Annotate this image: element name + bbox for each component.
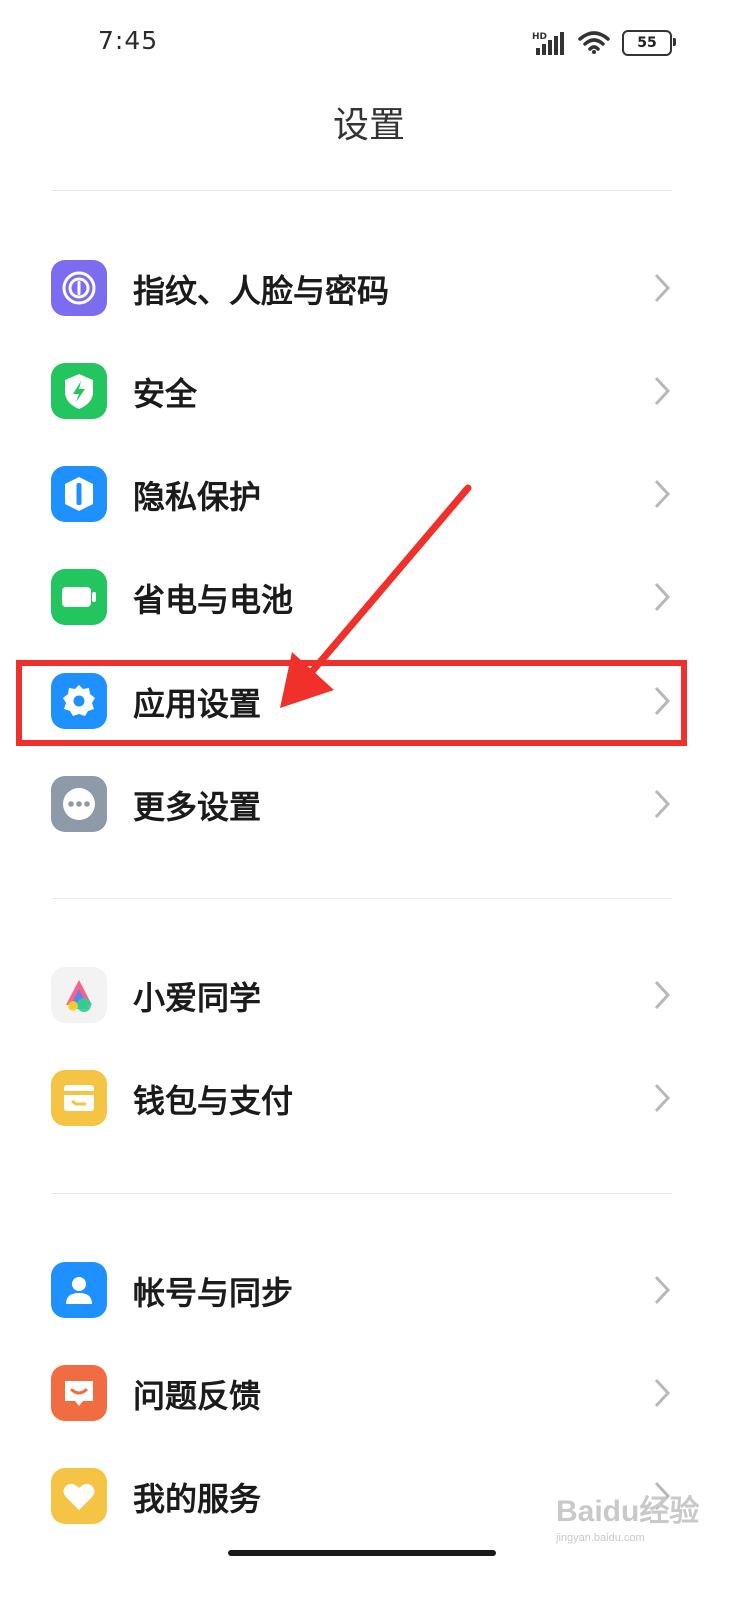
feedback-icon: [51, 1365, 107, 1421]
settings-item-privacy[interactable]: 隐私保护: [0, 444, 738, 544]
watermark: Baidu经验 jingyan.baidu.com: [556, 1486, 699, 1544]
settings-item-feedback[interactable]: 问题反馈: [0, 1343, 738, 1443]
settings-item-label: 钱包与支付: [133, 1082, 294, 1120]
divider: [52, 898, 672, 899]
settings-item-label: 问题反馈: [133, 1377, 262, 1415]
chevron-right-icon: [654, 1378, 671, 1408]
account-icon: [51, 1262, 107, 1318]
settings-item-label: 省电与电池: [133, 581, 294, 619]
home-indicator[interactable]: [228, 1550, 496, 1556]
shield-bolt-icon: [51, 363, 107, 419]
settings-item-label: 我的服务: [133, 1480, 262, 1518]
chevron-right-icon: [654, 789, 671, 819]
wallet-icon: [51, 1070, 107, 1126]
more-dots-icon: [51, 776, 107, 832]
settings-item-security[interactable]: 安全: [0, 341, 738, 441]
settings-item-wallet[interactable]: 钱包与支付: [0, 1048, 738, 1148]
divider: [52, 1193, 672, 1194]
xiaoai-icon: [51, 967, 107, 1023]
system-icons: HD 55: [532, 28, 676, 58]
chevron-right-icon: [654, 376, 671, 406]
network-type-label: HD: [532, 32, 547, 42]
settings-item-xiaoai[interactable]: 小爱同学: [0, 945, 738, 1045]
chevron-right-icon: [654, 1275, 671, 1305]
privacy-icon: [51, 466, 107, 522]
divider: [52, 190, 672, 191]
battery-indicator: 55: [622, 30, 676, 56]
fingerprint-icon: [51, 260, 107, 316]
chevron-right-icon: [654, 1083, 671, 1113]
heart-icon: [51, 1468, 107, 1524]
status-time: 7:45: [98, 26, 159, 55]
settings-item-label: 指纹、人脸与密码: [133, 272, 390, 310]
watermark-sub: jingyan.baidu.com: [556, 1532, 645, 1544]
settings-item-fingerprint[interactable]: 指纹、人脸与密码: [0, 238, 738, 338]
chevron-right-icon: [654, 980, 671, 1010]
chevron-right-icon: [654, 479, 671, 509]
battery-icon: [51, 569, 107, 625]
highlight-box: [16, 660, 687, 746]
signal-icon: HD: [532, 32, 564, 55]
settings-item-label: 安全: [133, 375, 198, 413]
settings-item-battery[interactable]: 省电与电池: [0, 547, 738, 647]
settings-item-more[interactable]: 更多设置: [0, 754, 738, 854]
chevron-right-icon: [654, 582, 671, 612]
status-bar: 7:45 HD 55: [0, 0, 738, 90]
page-title: 设置: [332, 105, 405, 146]
settings-item-label: 隐私保护: [133, 478, 262, 516]
settings-item-label: 小爱同学: [133, 979, 262, 1017]
watermark-text: Baidu经验: [556, 1495, 700, 1528]
settings-item-label: 更多设置: [133, 788, 262, 826]
settings-item-account[interactable]: 帐号与同步: [0, 1240, 738, 1340]
wifi-icon: [578, 31, 610, 54]
settings-item-label: 帐号与同步: [133, 1274, 294, 1312]
chevron-right-icon: [654, 273, 671, 303]
